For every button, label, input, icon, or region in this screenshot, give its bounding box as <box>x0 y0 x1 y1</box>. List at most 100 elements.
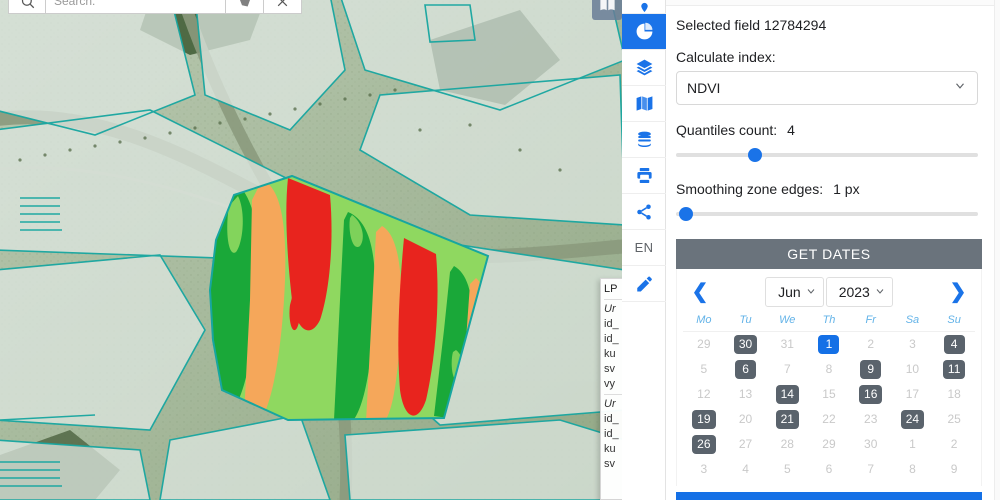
calendar-cell[interactable]: 30 <box>725 332 767 357</box>
info-popup-row: id_ <box>604 428 619 440</box>
calendar-cell: 25 <box>933 407 975 432</box>
calendar-cell[interactable]: 19 <box>683 407 725 432</box>
info-popup-row: Ur <box>604 398 616 410</box>
year-select-value: 2023 <box>838 284 870 300</box>
quantiles-slider-track[interactable] <box>676 153 978 157</box>
calendar-cell[interactable]: 6 <box>725 357 767 382</box>
close-icon[interactable] <box>264 0 302 14</box>
calendar-cell[interactable]: 11 <box>933 357 975 382</box>
basemap-layers-icon[interactable] <box>592 0 622 20</box>
calendar-cell: 28 <box>766 432 808 457</box>
smoothing-label-text: Smoothing zone edges: <box>676 181 824 197</box>
search-input[interactable]: Search: <box>46 0 226 14</box>
calendar-day[interactable]: 19 <box>692 410 716 429</box>
calendar-day[interactable]: 14 <box>775 385 799 404</box>
calendar-day: 3 <box>700 462 708 476</box>
rail-item-map[interactable] <box>622 86 666 122</box>
calendar-cell[interactable]: 4 <box>933 332 975 357</box>
calendar-day: 2 <box>950 437 958 451</box>
calendar-cell: 18 <box>933 382 975 407</box>
marker-icon <box>640 2 648 13</box>
calendar-cell: 27 <box>725 432 767 457</box>
calendar-day[interactable]: 6 <box>735 360 757 379</box>
calendar-cell: 29 <box>683 332 725 357</box>
quantiles-slider[interactable] <box>676 148 978 162</box>
calendar-cell: 23 <box>850 407 892 432</box>
calendar-day: 10 <box>905 362 920 376</box>
calendar-day: 3 <box>909 337 916 351</box>
language-label: EN <box>634 240 654 255</box>
calendar-cell: 3 <box>892 332 934 357</box>
quantiles-slider-thumb[interactable] <box>748 148 762 162</box>
calendar-day[interactable]: 30 <box>733 335 758 354</box>
polygon-draw-icon[interactable] <box>226 0 264 14</box>
calendar-cell[interactable]: 9 <box>850 357 892 382</box>
calendar-day[interactable]: 1 <box>818 335 840 354</box>
rail-item-database[interactable] <box>622 122 666 158</box>
calendar-cell: 5 <box>683 357 725 382</box>
smoothing-slider[interactable] <box>676 207 978 221</box>
panel-scrollbar[interactable] <box>994 0 1000 500</box>
divider <box>604 394 622 395</box>
calendar-day: 22 <box>822 412 836 426</box>
rail-item-language[interactable]: EN <box>622 230 666 266</box>
rail-item-print[interactable] <box>622 158 666 194</box>
calendar-cell[interactable]: 24 <box>892 407 934 432</box>
calendar-day: 13 <box>738 387 753 401</box>
calendar-day: 5 <box>783 462 791 476</box>
calendar-cell[interactable]: 1 <box>808 332 850 357</box>
rail-item-layers[interactable] <box>622 50 666 86</box>
calendar-cell[interactable]: 26 <box>683 432 725 457</box>
calendar-cell[interactable]: 21 <box>766 407 808 432</box>
calendar-cell[interactable]: 16 <box>850 382 892 407</box>
calendar-cell[interactable]: 14 <box>766 382 808 407</box>
smoothing-slider-track[interactable] <box>676 212 978 216</box>
calendar-cell: 8 <box>892 457 934 482</box>
year-select[interactable]: 2023 <box>825 277 893 307</box>
calendar-day: 5 <box>700 362 708 376</box>
zones-panel: Selected field 12784294 Calculate index:… <box>666 0 1000 500</box>
month-select-value: Jun <box>778 284 801 300</box>
database-icon <box>637 131 651 148</box>
calendar-day[interactable]: 21 <box>775 410 799 429</box>
search-icon[interactable] <box>8 0 46 14</box>
calendar-day[interactable]: 9 <box>860 360 882 379</box>
layers-stack-icon <box>636 59 652 76</box>
date-calendar: ❮ Jun 2023 ❯ Mo Tu We Th Fr Sa Su 29 30 … <box>676 269 982 486</box>
calendar-day[interactable]: 26 <box>692 435 716 454</box>
map-viewport[interactable]: Search: LP Ur id_ id_ ku sv vy Ur id_ id… <box>0 0 622 500</box>
calendar-day[interactable]: 16 <box>859 385 883 404</box>
calendar-dow-th: Th <box>808 311 850 332</box>
calendar-cell: 4 <box>725 457 767 482</box>
calendar-day: 8 <box>909 462 916 476</box>
calendar-cell: 30 <box>850 432 892 457</box>
chevron-left-icon[interactable]: ❮ <box>689 282 711 302</box>
calendar-cell: 12 <box>683 382 725 407</box>
index-select[interactable]: NDVI <box>676 71 978 105</box>
rail-item-edit[interactable] <box>622 266 666 302</box>
chevron-right-icon[interactable]: ❯ <box>947 282 969 302</box>
get-dates-button[interactable]: GET DATES <box>676 239 982 269</box>
chevron-down-icon <box>874 284 886 300</box>
calendar-cell: 17 <box>892 382 934 407</box>
calendar-weekday-header: Mo Tu We Th Fr Sa Su <box>683 311 975 332</box>
calendar-day: 18 <box>947 387 961 401</box>
rail-item-top-cut[interactable] <box>622 0 666 14</box>
get-zones-button[interactable]: GET ZONES <box>676 492 982 500</box>
calendar-day: 1 <box>909 437 916 451</box>
calendar-dow-sa: Sa <box>891 311 934 332</box>
smoothing-slider-thumb[interactable] <box>678 207 693 221</box>
rail-item-share[interactable] <box>622 194 666 230</box>
search-bar[interactable]: Search: <box>8 0 302 14</box>
calendar-day: 30 <box>864 437 878 451</box>
info-popup-row: ku <box>604 348 616 360</box>
calendar-day[interactable]: 4 <box>943 335 965 354</box>
calendar-day: 7 <box>867 462 875 476</box>
calendar-day[interactable]: 11 <box>942 360 966 379</box>
calendar-day[interactable]: 24 <box>900 410 925 429</box>
calendar-day: 25 <box>947 412 961 426</box>
smoothing-value: 1 px <box>833 181 860 197</box>
feature-info-popup[interactable]: LP Ur id_ id_ ku sv vy Ur id_ id_ ku sv <box>600 278 622 500</box>
month-select[interactable]: Jun <box>765 277 824 307</box>
rail-item-zones[interactable] <box>622 14 666 50</box>
